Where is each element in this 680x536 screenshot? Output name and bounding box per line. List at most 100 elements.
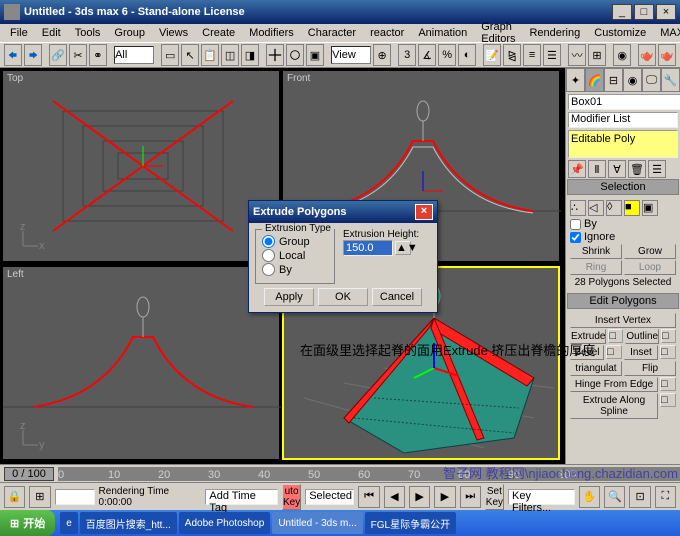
unlink-button[interactable]: ✂ — [69, 44, 87, 66]
set-key-button[interactable]: Set Key — [485, 484, 504, 510]
cancel-button[interactable]: Cancel — [372, 288, 422, 306]
zoom-extents-button[interactable]: ⊡ — [629, 486, 650, 508]
snap-button[interactable]: 3 — [398, 44, 416, 66]
start-button[interactable]: ⊞ 开始 — [0, 510, 55, 536]
goto-start-button[interactable]: ⏮ — [358, 486, 379, 508]
show-result-button[interactable]: Ⅱ — [588, 160, 606, 178]
outline-button[interactable]: Outline — [625, 329, 659, 344]
menu-edit[interactable]: Edit — [36, 27, 67, 39]
named-sel-button[interactable]: 📝 — [483, 44, 501, 66]
key-mode-dropdown[interactable]: Selected — [305, 489, 354, 505]
object-name-input[interactable] — [568, 94, 680, 110]
group-radio[interactable] — [262, 235, 275, 248]
border-subobj-button[interactable]: ◊ — [606, 200, 622, 216]
local-radio[interactable] — [262, 249, 275, 262]
select-region-button[interactable]: ◫ — [221, 44, 239, 66]
hierarchy-tab[interactable]: ⊟ — [604, 68, 623, 92]
by-poly-radio[interactable] — [262, 263, 275, 276]
ref-coord-dropdown[interactable] — [331, 46, 371, 64]
select-arrow-button[interactable]: ↖ — [181, 44, 199, 66]
close-button[interactable]: × — [656, 4, 676, 20]
zoom-view-button[interactable]: 🔍 — [604, 486, 625, 508]
extrude-along-settings-button[interactable]: □ — [660, 393, 676, 407]
lock-button[interactable]: 🔒 — [4, 486, 25, 508]
material-editor-button[interactable]: ◉ — [613, 44, 631, 66]
ignore-backfacing-checkbox[interactable] — [570, 232, 581, 243]
extrude-along-button[interactable]: Extrude Along Spline — [570, 393, 658, 419]
dialog-close-button[interactable]: × — [415, 204, 433, 220]
mirror-button[interactable]: ⧎ — [503, 44, 521, 66]
menu-character[interactable]: Character — [302, 27, 362, 39]
menu-grapheditors[interactable]: Graph Editors — [475, 21, 521, 45]
percent-snap-button[interactable]: % — [438, 44, 456, 66]
rotate-button[interactable] — [286, 44, 304, 66]
select-name-button[interactable]: 📋 — [201, 44, 219, 66]
display-tab[interactable]: 🖵 — [642, 68, 661, 92]
center-pivot-button[interactable]: ⊕ — [373, 44, 391, 66]
hinge-button[interactable]: Hinge From Edge — [570, 377, 658, 392]
goto-end-button[interactable]: ⏭ — [460, 486, 481, 508]
modifier-stack[interactable]: Editable Poly — [568, 130, 678, 158]
trackbar-button[interactable]: ⊞ — [29, 486, 50, 508]
menu-customize[interactable]: Customize — [588, 27, 652, 39]
angle-snap-button[interactable]: ∡ — [418, 44, 436, 66]
add-time-tag-button[interactable]: Add Time Tag — [205, 489, 278, 505]
menu-reactor[interactable]: reactor — [364, 27, 410, 39]
quick-render-button[interactable]: 🫖 — [658, 44, 676, 66]
taskbar-item-baidu[interactable]: 百度图片搜索_htt... — [80, 512, 177, 534]
curve-editor-button[interactable]: 〰 — [568, 44, 586, 66]
menu-tools[interactable]: Tools — [69, 27, 107, 39]
next-frame-button[interactable]: ▶ — [434, 486, 455, 508]
vertex-subobj-button[interactable]: ∴ — [570, 200, 586, 216]
edit-polygons-rollout-header[interactable]: Edit Polygons — [567, 293, 679, 309]
extrusion-height-input[interactable] — [343, 240, 393, 256]
menu-views[interactable]: Views — [153, 27, 194, 39]
triangulate-button[interactable]: triangulat — [570, 361, 622, 376]
menu-modifiers[interactable]: Modifiers — [243, 27, 300, 39]
ok-button[interactable]: OK — [318, 288, 368, 306]
menu-create[interactable]: Create — [196, 27, 241, 39]
select-button[interactable]: ▭ — [161, 44, 179, 66]
render-scene-button[interactable]: 🫖 — [638, 44, 656, 66]
redo-button[interactable] — [24, 44, 42, 66]
selection-filter-dropdown[interactable] — [114, 46, 154, 64]
remove-mod-button[interactable]: 🗑 — [628, 160, 646, 178]
make-unique-button[interactable]: ∀ — [608, 160, 626, 178]
selection-rollout-header[interactable]: Selection — [567, 179, 679, 195]
scale-button[interactable]: ▣ — [306, 44, 324, 66]
create-tab[interactable]: ✦ — [566, 68, 585, 92]
window-crossing-button[interactable]: ◨ — [241, 44, 259, 66]
align-button[interactable]: ≡ — [523, 44, 541, 66]
outline-settings-button[interactable]: □ — [661, 329, 676, 343]
edge-subobj-button[interactable]: ◁ — [588, 200, 604, 216]
inset-settings-button[interactable]: □ — [660, 345, 676, 359]
move-button[interactable] — [266, 44, 284, 66]
menu-animation[interactable]: Animation — [412, 27, 473, 39]
stack-item-editable-poly[interactable]: Editable Poly — [571, 133, 635, 145]
menu-group[interactable]: Group — [108, 27, 151, 39]
inset-button[interactable]: Inset — [624, 345, 658, 360]
min-max-toggle-button[interactable]: ⛶ — [655, 486, 676, 508]
menu-file[interactable]: File — [4, 27, 34, 39]
bind-button[interactable]: ⚭ — [89, 44, 107, 66]
taskbar-item-photoshop[interactable]: Adobe Photoshop — [179, 512, 271, 534]
menu-rendering[interactable]: Rendering — [523, 27, 586, 39]
viewport-left[interactable]: Left yz — [2, 266, 280, 460]
utilities-tab[interactable]: 🔧 — [661, 68, 680, 92]
maximize-button[interactable]: □ — [634, 4, 654, 20]
pin-stack-button[interactable]: 📌 — [568, 160, 586, 178]
modifier-list-dropdown[interactable]: Modifier List — [568, 112, 678, 128]
link-button[interactable]: 🔗 — [49, 44, 67, 66]
viewport-top[interactable]: Top xz — [2, 70, 280, 262]
time-slider-thumb[interactable]: 0 / 100 — [4, 467, 54, 481]
play-button[interactable]: ▶ — [409, 486, 430, 508]
minimize-button[interactable]: _ — [612, 4, 632, 20]
schematic-button[interactable]: ⊞ — [588, 44, 606, 66]
motion-tab[interactable]: ◉ — [623, 68, 642, 92]
layers-button[interactable]: ☰ — [543, 44, 561, 66]
taskbar-item-3dsmax[interactable]: Untitled - 3ds m... — [272, 512, 362, 534]
grow-button[interactable]: Grow — [624, 244, 676, 259]
polygon-subobj-button[interactable]: ■ — [624, 200, 640, 216]
undo-button[interactable] — [4, 44, 22, 66]
quicklaunch-ie[interactable]: e — [60, 512, 78, 534]
